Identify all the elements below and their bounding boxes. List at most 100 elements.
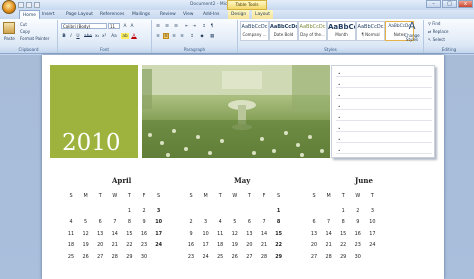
calendar-day[interactable]: 12 bbox=[81, 231, 91, 237]
tab-review[interactable]: Review bbox=[157, 10, 179, 19]
cut-button[interactable]: Cut bbox=[20, 22, 27, 27]
increase-indent-icon[interactable]: ⇥ bbox=[191, 23, 197, 29]
find-button[interactable]: ⚲ Find bbox=[428, 21, 440, 26]
tab-home[interactable]: Home bbox=[19, 10, 40, 19]
calendar-day[interactable]: 18 bbox=[215, 242, 225, 248]
calendar-day[interactable]: 14 bbox=[324, 231, 334, 237]
paste-button[interactable]: Paste bbox=[4, 36, 15, 41]
calendar-day[interactable]: 7 bbox=[324, 219, 334, 225]
tab-mailings[interactable]: Mailings bbox=[129, 10, 153, 19]
numbering-icon[interactable]: ☰ bbox=[164, 23, 170, 29]
calendar-day[interactable]: 15 bbox=[338, 231, 348, 237]
maximize-button[interactable]: □ bbox=[442, 0, 457, 8]
calendar-day[interactable]: 10 bbox=[201, 231, 211, 237]
calendar-day[interactable]: 9 bbox=[353, 219, 363, 225]
calendar-day[interactable]: 6 bbox=[309, 219, 319, 225]
tab-insert[interactable]: Insert bbox=[39, 10, 58, 19]
calendar-day[interactable]: 29 bbox=[338, 254, 348, 260]
change-styles-icon[interactable]: A bbox=[405, 21, 419, 33]
copy-button[interactable]: Copy bbox=[20, 29, 30, 34]
calendar-day[interactable]: 25 bbox=[215, 254, 225, 260]
line-spacing-icon[interactable]: ↕ bbox=[189, 33, 195, 39]
calendar-day[interactable]: 22 bbox=[338, 242, 348, 248]
calendar-day[interactable]: 14 bbox=[259, 231, 269, 237]
superscript-button[interactable]: x² bbox=[101, 33, 107, 39]
style-month[interactable]: AaBbCc Month bbox=[327, 21, 356, 41]
tab-layout[interactable]: Layout bbox=[252, 10, 273, 19]
calendar-day[interactable]: 11 bbox=[66, 231, 76, 237]
style-company[interactable]: AaBbCcDc Company ... bbox=[240, 21, 269, 41]
shrink-font-icon[interactable]: A bbox=[129, 23, 135, 29]
paste-icon[interactable] bbox=[3, 22, 15, 34]
close-button[interactable]: x bbox=[458, 0, 473, 8]
calendar-day[interactable]: 13 bbox=[95, 231, 105, 237]
calendar-day[interactable]: 16 bbox=[139, 231, 149, 237]
calendar-day[interactable]: 12 bbox=[230, 231, 240, 237]
tab-page-layout[interactable]: Page Layout bbox=[63, 10, 96, 19]
calendar-day[interactable]: 7 bbox=[259, 219, 269, 225]
note-line[interactable]: • bbox=[336, 79, 432, 88]
office-button[interactable] bbox=[2, 0, 16, 14]
note-line[interactable]: • bbox=[336, 145, 432, 154]
calendar-day[interactable]: 2 bbox=[353, 208, 363, 214]
calendar-day[interactable]: 4 bbox=[215, 219, 225, 225]
calendar-day[interactable]: 15 bbox=[124, 231, 134, 237]
calendar-day[interactable]: 29 bbox=[274, 254, 284, 260]
calendar-day[interactable]: 3 bbox=[154, 208, 164, 214]
calendar-day[interactable]: 10 bbox=[367, 219, 377, 225]
garden-photo[interactable] bbox=[142, 65, 330, 158]
calendar-day[interactable]: 20 bbox=[244, 242, 254, 248]
calendar-day[interactable]: 26 bbox=[230, 254, 240, 260]
calendar-day[interactable]: 22 bbox=[274, 242, 284, 248]
calendar-day[interactable]: 24 bbox=[154, 242, 164, 248]
calendar-day[interactable]: 11 bbox=[215, 231, 225, 237]
calendar-day[interactable]: 24 bbox=[367, 242, 377, 248]
save-icon[interactable] bbox=[18, 2, 24, 8]
justify-icon[interactable]: ≡ bbox=[179, 33, 185, 39]
highlight-button[interactable]: ab bbox=[121, 33, 129, 39]
calendar-day[interactable]: 16 bbox=[186, 242, 196, 248]
calendar-day[interactable]: 13 bbox=[309, 231, 319, 237]
note-line[interactable]: • bbox=[336, 90, 432, 99]
calendar-day[interactable]: 17 bbox=[367, 231, 377, 237]
calendar-day[interactable]: 21 bbox=[324, 242, 334, 248]
tab-references[interactable]: References bbox=[97, 10, 127, 19]
font-name-box[interactable]: Calibri (Body) bbox=[61, 23, 107, 29]
underline-button[interactable]: U bbox=[75, 33, 81, 39]
calendar-day[interactable]: 7 bbox=[110, 219, 120, 225]
calendar-day[interactable]: 5 bbox=[230, 219, 240, 225]
shading-icon[interactable]: ◆ bbox=[199, 33, 205, 39]
borders-icon[interactable]: ▦ bbox=[209, 33, 215, 39]
grow-font-icon[interactable]: A bbox=[122, 23, 128, 29]
calendar-day[interactable]: 5 bbox=[81, 219, 91, 225]
undo-icon[interactable] bbox=[26, 2, 32, 8]
calendar-day[interactable]: 3 bbox=[367, 208, 377, 214]
calendar-day[interactable]: 18 bbox=[66, 242, 76, 248]
multilevel-list-icon[interactable]: ☰ bbox=[173, 23, 179, 29]
calendar-day[interactable]: 14 bbox=[110, 231, 120, 237]
sort-icon[interactable]: ↕ bbox=[201, 23, 207, 29]
calendar-day[interactable]: 30 bbox=[139, 254, 149, 260]
calendar-day[interactable]: 3 bbox=[201, 219, 211, 225]
tab-view[interactable]: View bbox=[180, 10, 196, 19]
calendar-day[interactable]: 22 bbox=[124, 242, 134, 248]
calendar-day[interactable]: 4 bbox=[66, 219, 76, 225]
font-size-box[interactable]: 11 bbox=[108, 23, 120, 29]
style-date-bold[interactable]: AaBbCcDc Date Bold bbox=[269, 21, 298, 41]
minimize-button[interactable]: – bbox=[426, 0, 441, 8]
note-line[interactable]: • bbox=[336, 134, 432, 143]
calendar-day[interactable]: 2 bbox=[186, 219, 196, 225]
calendar-day[interactable]: 1 bbox=[124, 208, 134, 214]
notes-box[interactable]: • • • • • • • • bbox=[331, 65, 435, 158]
calendar-day[interactable]: 6 bbox=[95, 219, 105, 225]
decrease-indent-icon[interactable]: ⇤ bbox=[184, 23, 190, 29]
tab-design[interactable]: Design bbox=[228, 10, 250, 19]
calendar-day[interactable]: 17 bbox=[201, 242, 211, 248]
calendar-day[interactable]: 30 bbox=[353, 254, 363, 260]
calendar-day[interactable]: 27 bbox=[95, 254, 105, 260]
calendar-day[interactable]: 21 bbox=[110, 242, 120, 248]
note-line[interactable]: • bbox=[336, 123, 432, 132]
calendar-day[interactable]: 2 bbox=[139, 208, 149, 214]
replace-button[interactable]: ⇄ Replace bbox=[428, 29, 448, 34]
calendar-day[interactable]: 26 bbox=[81, 254, 91, 260]
